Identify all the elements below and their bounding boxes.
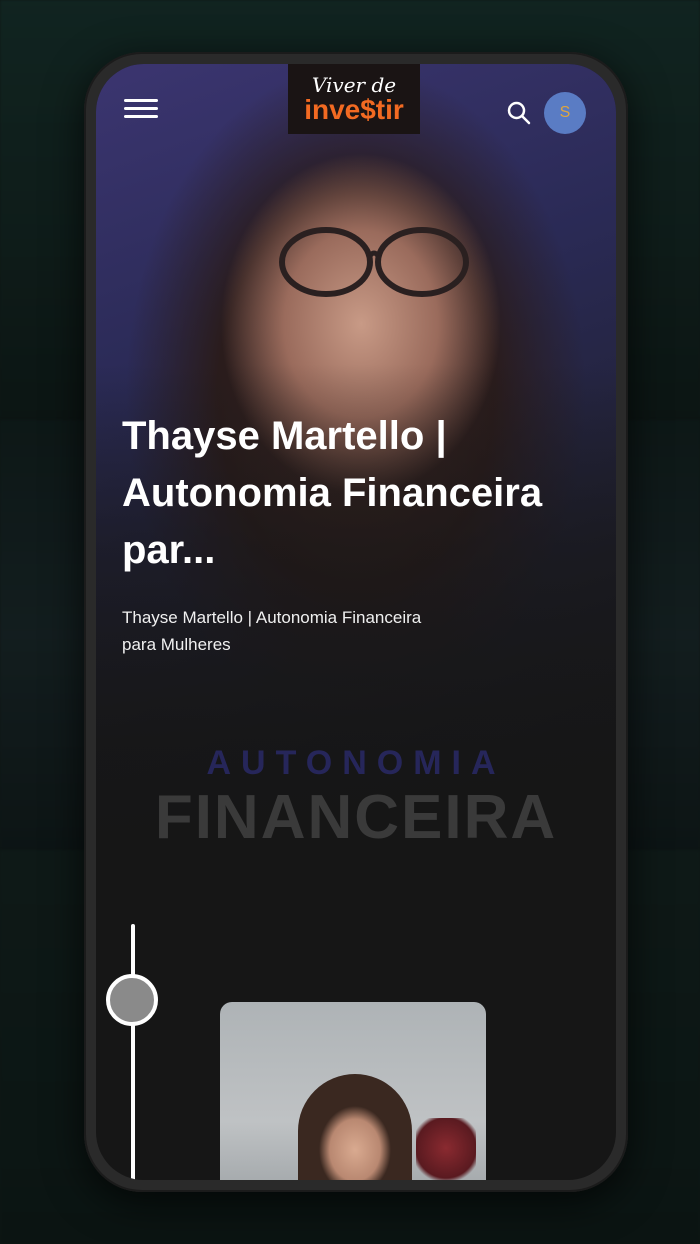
search-icon[interactable] — [506, 100, 532, 126]
page-title: Thayse Martello | Autonomia Financeira p… — [122, 414, 543, 572]
page-subtitle: Thayse Martello | Autonomia Financeira p… — [122, 608, 422, 654]
phone-screen: Viver de inve$tir S Thayse Martello | Au… — [96, 64, 616, 1180]
timeline-track — [131, 924, 135, 1180]
logo-bottom-text: inve$tir — [304, 94, 404, 125]
card-photo-flowers — [416, 1118, 476, 1180]
profile-card-thumbnail[interactable] — [220, 1002, 486, 1180]
brand-word-financeira: FINANCEIRA — [154, 783, 558, 852]
timeline-handle[interactable] — [106, 974, 158, 1026]
glasses-graphic — [279, 227, 469, 297]
phone-frame: Viver de inve$tir S Thayse Martello | Au… — [84, 52, 628, 1192]
brand-word-autonomia: AUTONOMIA — [206, 744, 506, 782]
logo-top-text: Viver de — [311, 73, 397, 97]
user-avatar[interactable]: S — [544, 92, 586, 134]
card-photo-face — [310, 1080, 400, 1180]
site-logo[interactable]: Viver de inve$tir — [288, 64, 420, 134]
hamburger-menu-icon[interactable] — [124, 94, 158, 128]
